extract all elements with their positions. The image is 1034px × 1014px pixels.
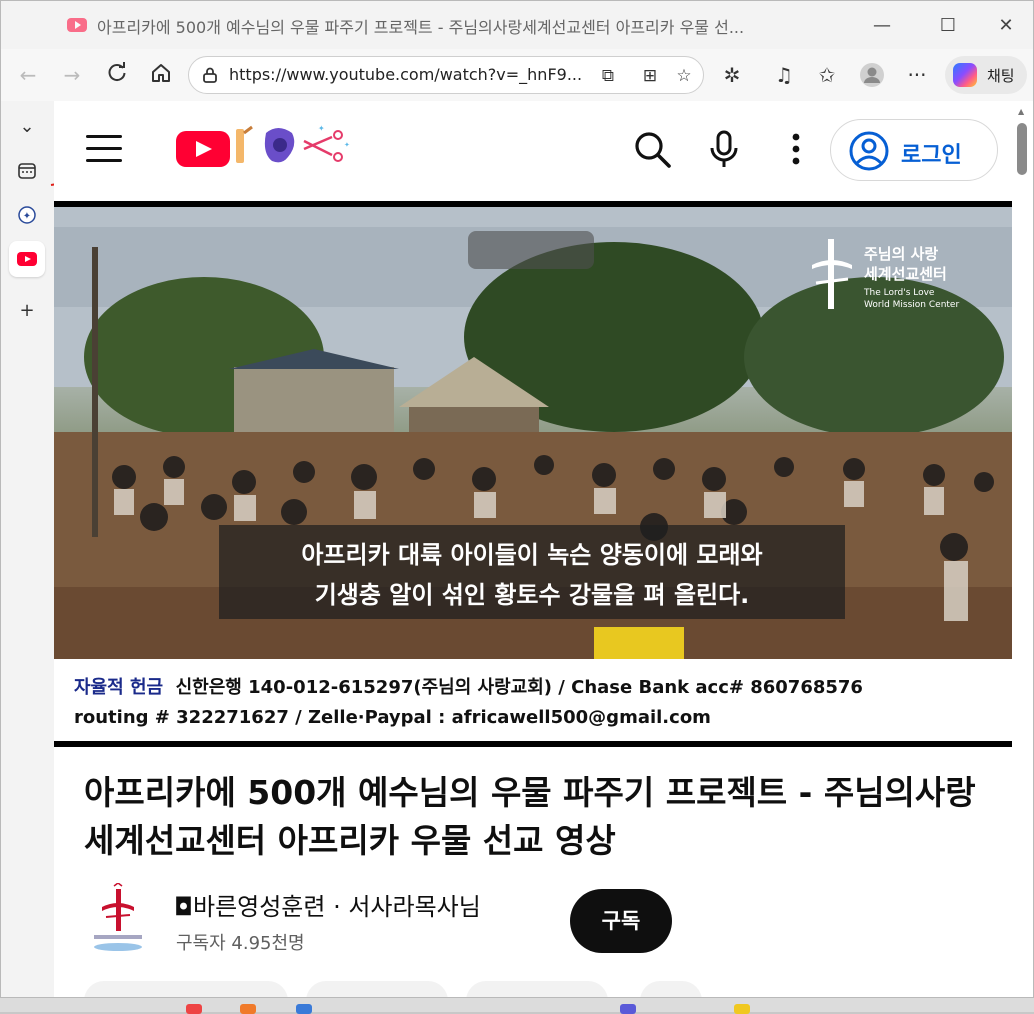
search-icon[interactable] — [632, 129, 672, 169]
copilot-label: 채팅 — [987, 67, 1015, 85]
caption-line-1: 아프리카 대륙 아이들이 녹슨 양동이에 모래와 — [301, 541, 763, 569]
minimize-button[interactable]: — — [869, 13, 895, 39]
copilot-link-icon[interactable]: ⧉ — [597, 65, 619, 87]
caption-box: 아프리카 대륙 아이들이 녹슨 양동이에 모래와 기생충 알이 섞인 황토수 강… — [219, 525, 845, 619]
address-bar[interactable]: https://www.youtube.com/watch?v=_hnF9...… — [188, 56, 704, 94]
like-dislike-pill[interactable] — [84, 981, 288, 997]
forward-icon[interactable]: → — [59, 62, 85, 88]
taskbar-app-icon[interactable] — [734, 1004, 750, 1014]
save-pill[interactable] — [466, 981, 608, 997]
browser-sidebar: ⌄ ✦ + — [1, 101, 53, 997]
subscribe-button[interactable]: 구독 — [570, 889, 672, 953]
channel-avatar[interactable] — [88, 883, 148, 953]
browser-window: 아프리카에 500개 예수님의 우물 파주기 프로젝트 - 주님의사랑세계선교센… — [0, 0, 1034, 998]
home-icon[interactable] — [148, 62, 174, 88]
tab-actions-icon[interactable] — [9, 153, 45, 189]
favorite-star-icon[interactable]: ☆ — [673, 65, 695, 87]
copilot-chat-button[interactable]: 채팅 — [945, 56, 1027, 94]
page-viewport: ✦ ✦ 로그인 주님의 사랑 세계선교센터 The Lord's Love Wo… — [54, 101, 1012, 997]
youtube-tab-icon[interactable] — [9, 241, 45, 277]
donation-lead: 자율적 헌금 — [74, 677, 164, 698]
login-label: 로그인 — [901, 143, 962, 168]
video-title: 아프리카에 500개 예수님의 우물 파주기 프로젝트 - 주님의사랑세계선교센… — [84, 773, 976, 860]
church-name-line-1: 주님의 사랑 — [864, 245, 939, 263]
video-frame[interactable]: 주님의 사랑 세계선교센터 The Lord's Love World Miss… — [54, 207, 1012, 665]
app-grid-icon[interactable]: ⊞ — [639, 65, 661, 87]
subscriber-count: 구독자 4.95천명 — [176, 933, 305, 954]
back-icon[interactable]: ← — [15, 62, 41, 88]
scrollbar-thumb[interactable] — [1017, 123, 1027, 175]
taskbar-app-icon[interactable] — [620, 1004, 636, 1014]
title-bar: 아프리카에 500개 예수님의 우물 파주기 프로젝트 - 주님의사랑세계선교센… — [1, 1, 1033, 49]
church-english-line-2: World Mission Center — [864, 300, 960, 310]
chevron-down-icon[interactable]: ⌄ — [9, 109, 45, 145]
channel-name[interactable]: ◘바른영성훈련 · 서사라목사님 — [174, 887, 481, 922]
extensions-icon[interactable]: ✲ — [719, 62, 745, 88]
cross-icon — [812, 239, 852, 309]
pinned-site-icon[interactable]: ✦ — [9, 197, 45, 233]
favorites-icon[interactable]: ✩ — [814, 62, 840, 88]
taskbar-app-icon[interactable] — [296, 1004, 312, 1014]
more-actions-pill[interactable] — [640, 981, 702, 997]
youtube-favicon-icon — [67, 18, 87, 32]
more-menu-icon[interactable]: ··· — [904, 62, 930, 88]
svg-text:✦: ✦ — [344, 141, 350, 149]
church-english-line-1: The Lord's Love — [864, 288, 935, 298]
taskbar-strip — [0, 998, 1034, 1014]
donation-line-1: 자율적 헌금 신한은행 140-012-615297(주님의 사랑교회) / C… — [74, 673, 863, 699]
url-text[interactable]: https://www.youtube.com/watch?v=_hnF9... — [229, 65, 582, 84]
svg-text:✦: ✦ — [23, 211, 31, 222]
profile-avatar-icon[interactable] — [859, 62, 885, 88]
menu-icon[interactable] — [86, 135, 122, 163]
youtube-header: ✦ ✦ 로그인 — [54, 101, 1012, 201]
caption-line-2: 기생충 알이 섞인 황토수 강물을 펴 올린다. — [314, 581, 750, 609]
close-button[interactable]: ✕ — [993, 13, 1019, 39]
player-overlay-pill[interactable] — [468, 231, 594, 269]
tab-title[interactable]: 아프리카에 500개 예수님의 우물 파주기 프로젝트 - 주님의사랑세계선교센… — [97, 14, 857, 38]
copilot-logo-icon — [953, 63, 977, 87]
account-circle-icon — [849, 131, 889, 171]
add-icon[interactable]: + — [9, 293, 45, 329]
page-scrollbar[interactable]: ▲ — [1012, 101, 1033, 997]
maximize-button[interactable]: ☐ — [935, 13, 961, 39]
church-name-line-2: 세계선교센터 — [864, 265, 947, 283]
video-player[interactable]: 주님의 사랑 세계선교센터 The Lord's Love World Miss… — [54, 201, 1012, 747]
donation-banner: 자율적 헌금 신한은행 140-012-615297(주님의 사랑교회) / C… — [54, 659, 1012, 741]
navigation-toolbar: ← → https://www.youtube.com/watch?v=_hnF… — [1, 49, 1033, 101]
youtube-logo-icon[interactable] — [176, 131, 230, 167]
microphone-icon[interactable] — [704, 129, 744, 169]
more-options-icon[interactable] — [776, 129, 816, 169]
donation-bank-text: 신한은행 140-012-615297(주님의 사랑교회) / Chase Ba… — [175, 677, 863, 698]
donation-line-2: routing # 322271627 / Zelle·Paypal : afr… — [74, 707, 711, 728]
svg-text:✦: ✦ — [318, 124, 325, 133]
church-watermark: 주님의 사랑 세계선교센터 The Lord's Love World Miss… — [808, 235, 988, 315]
taskbar-app-icon[interactable] — [186, 1004, 202, 1014]
share-pill[interactable] — [306, 981, 448, 997]
youtube-doodle-icon[interactable]: ✦ ✦ — [232, 123, 350, 169]
login-button[interactable]: 로그인 — [830, 119, 998, 181]
refresh-icon[interactable] — [104, 62, 130, 88]
scroll-up-arrow-icon[interactable]: ▲ — [1018, 107, 1024, 116]
lock-icon[interactable] — [203, 67, 217, 83]
media-control-icon[interactable]: ♫ — [771, 62, 797, 88]
taskbar-app-icon[interactable] — [240, 1004, 256, 1014]
